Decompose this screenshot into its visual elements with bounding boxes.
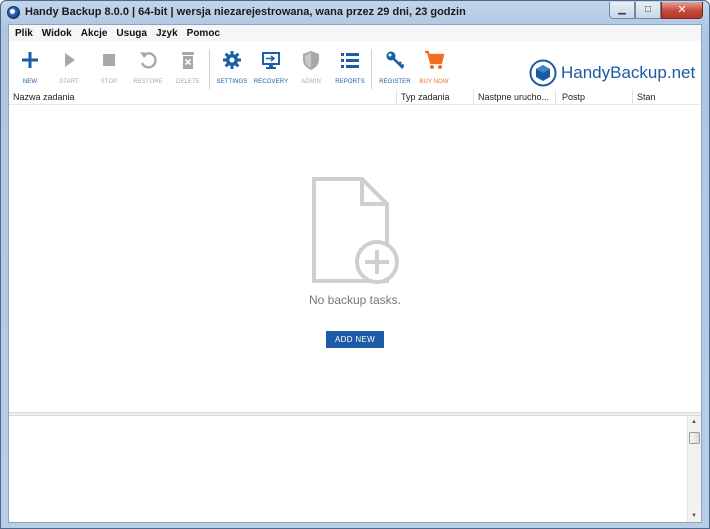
task-list[interactable]: No backup tasks. ADD NEW xyxy=(9,106,701,412)
log-scrollbar[interactable]: ▲ ▼ xyxy=(687,416,701,522)
scroll-down-icon[interactable]: ▼ xyxy=(691,513,697,519)
register-label: REGISTER xyxy=(379,79,411,85)
list-icon xyxy=(341,53,359,68)
play-icon xyxy=(65,53,75,67)
new-file-icon xyxy=(312,177,399,284)
column-divider[interactable] xyxy=(555,90,556,104)
menu-pomoc[interactable]: Pomoc xyxy=(187,28,220,39)
handybackup-logo[interactable]: HandyBackup.net xyxy=(529,59,695,87)
menu-bar: Plik Widok Akcje Usuga Jzyk Pomoc xyxy=(9,25,701,41)
restore-label: RESTORE xyxy=(133,79,163,85)
new-label: NEW xyxy=(22,79,38,85)
menu-akcje[interactable]: Akcje xyxy=(81,28,108,39)
column-divider[interactable] xyxy=(473,90,474,104)
menu-widok[interactable]: Widok xyxy=(42,28,72,39)
menu-usluga[interactable]: Usuga xyxy=(116,28,147,39)
client-area: Plik Widok Akcje Usuga Jzyk Pomoc NEW ST… xyxy=(8,24,702,523)
monitor-icon xyxy=(262,52,280,69)
key-icon xyxy=(386,51,405,69)
maximize-button[interactable]: □ xyxy=(635,2,661,19)
column-next-run[interactable]: Nastpne urucho... xyxy=(478,92,549,102)
column-task-type[interactable]: Typ zadania xyxy=(401,92,450,102)
toolbar-separator xyxy=(209,49,210,93)
log-pane[interactable]: ▲ ▼ xyxy=(9,416,701,522)
trash-icon xyxy=(182,52,194,69)
close-icon: ✕ xyxy=(677,3,687,16)
cart-icon xyxy=(425,50,445,69)
window-controls: ▁ □ ✕ xyxy=(609,2,703,19)
admin-label: ADMIN xyxy=(301,79,321,85)
scroll-up-icon[interactable]: ▲ xyxy=(691,419,697,425)
delete-label: DELETE xyxy=(176,79,200,85)
stop-icon xyxy=(103,54,115,66)
minimize-button[interactable]: ▁ xyxy=(609,2,635,19)
shield-icon xyxy=(303,51,319,70)
reports-label: REPORTS xyxy=(335,79,365,85)
column-task-name[interactable]: Nazwa zadania xyxy=(13,92,75,102)
logo-icon xyxy=(529,59,557,87)
title-bar[interactable]: Handy Backup 8.0.0 | 64-bit | wersja nie… xyxy=(1,1,709,24)
settings-label: SETTINGS xyxy=(216,79,248,85)
plus-icon xyxy=(22,52,38,68)
logo-text: HandyBackup.net xyxy=(561,63,696,82)
scrollbar-thumb[interactable] xyxy=(689,432,700,444)
column-status[interactable]: Stan xyxy=(637,92,656,102)
app-icon[interactable] xyxy=(7,6,20,19)
menu-jezyk[interactable]: Jzyk xyxy=(156,28,178,39)
gear-icon xyxy=(223,51,241,69)
buy-now-label: BUY NOW xyxy=(419,79,449,85)
minimize-icon: ▁ xyxy=(618,4,626,15)
add-new-button[interactable]: ADD NEW xyxy=(326,331,384,348)
restore-icon xyxy=(140,52,157,69)
empty-state-message: No backup tasks. xyxy=(308,293,402,307)
start-label: START xyxy=(59,79,79,85)
menu-plik[interactable]: Plik xyxy=(15,28,33,39)
window-title: Handy Backup 8.0.0 | 64-bit | wersja nie… xyxy=(25,6,466,18)
app-window: Handy Backup 8.0.0 | 64-bit | wersja nie… xyxy=(0,0,710,529)
task-table-header: Nazwa zadania Typ zadania Nastpne urucho… xyxy=(9,89,701,105)
recovery-label: RECOVERY xyxy=(253,79,289,85)
maximize-icon: □ xyxy=(644,4,652,15)
column-progress[interactable]: Postp xyxy=(562,92,585,102)
close-button[interactable]: ✕ xyxy=(661,2,703,19)
toolbar-separator xyxy=(371,49,372,93)
stop-label: STOP xyxy=(100,79,118,85)
column-divider[interactable] xyxy=(632,90,633,104)
column-divider[interactable] xyxy=(396,90,397,104)
